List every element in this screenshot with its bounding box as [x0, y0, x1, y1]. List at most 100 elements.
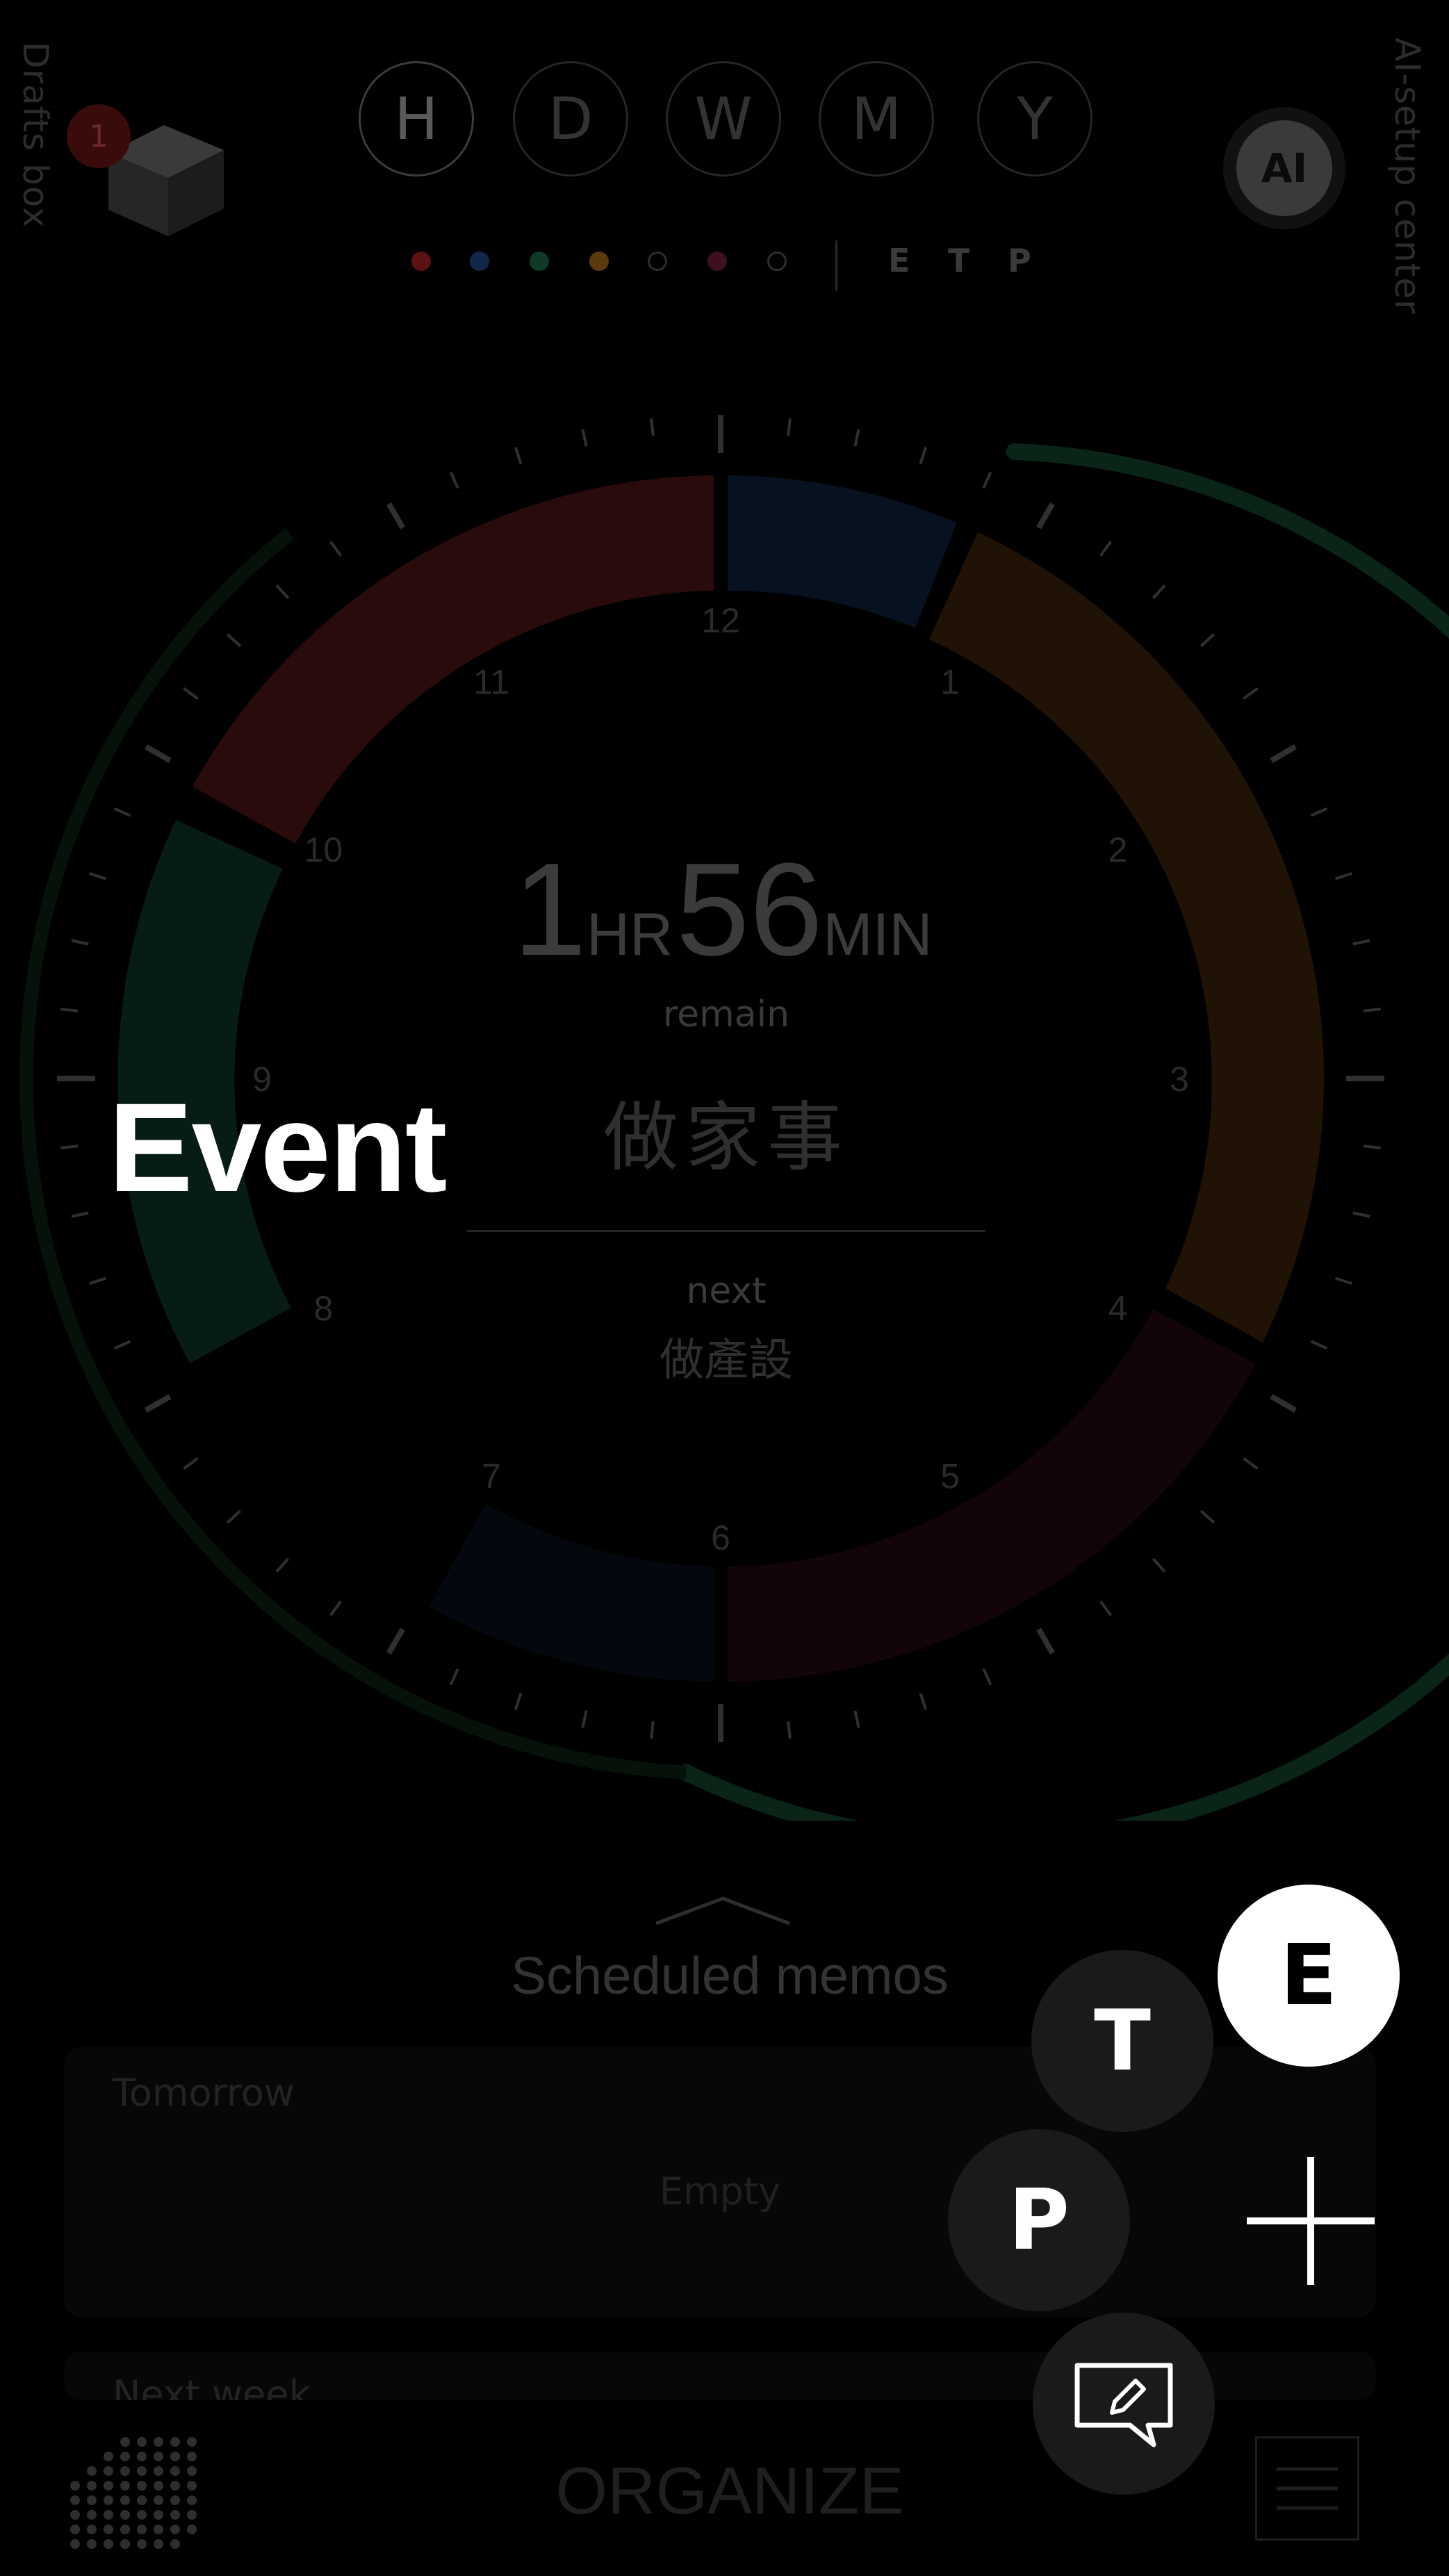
minor-tick	[1152, 1557, 1166, 1573]
grid-dot	[187, 2452, 197, 2461]
fab-memo-button[interactable]	[1033, 2313, 1215, 2495]
grid-dot	[137, 2437, 147, 2447]
ai-icon: AI	[1236, 120, 1332, 216]
minor-tick	[581, 429, 588, 447]
tab-day-label: D	[548, 85, 593, 153]
minor-tick	[514, 447, 523, 465]
grid-dot	[104, 2525, 113, 2534]
hour-label: 8	[314, 1289, 334, 1328]
hour-label: 4	[1108, 1289, 1128, 1328]
remain-hours: 1	[513, 836, 587, 983]
grid-dot	[170, 2466, 180, 2476]
grid-dot	[87, 2495, 97, 2505]
grid-dot	[137, 2495, 147, 2505]
dot-grid-icon[interactable]	[67, 2434, 199, 2552]
organize-title[interactable]: ORGANIZE	[500, 2453, 959, 2529]
grid-dot	[187, 2495, 197, 2505]
hour-label: 3	[1170, 1060, 1189, 1099]
grid-dot	[104, 2539, 113, 2549]
minor-tick	[1243, 1457, 1259, 1470]
chevron-up-icon[interactable]	[653, 1894, 792, 1926]
grid-dot	[154, 2539, 163, 2549]
grid-dot	[70, 2525, 80, 2534]
grid-dot	[170, 2495, 180, 2505]
minor-tick	[1200, 1509, 1215, 1524]
tab-year[interactable]: Y	[977, 61, 1092, 177]
filter-dot-green[interactable]	[530, 252, 549, 271]
remain-minutes: 56	[676, 836, 824, 983]
minor-tick	[71, 1211, 89, 1218]
grid-dot	[120, 2539, 130, 2549]
hour-label: 5	[940, 1457, 960, 1496]
tab-hour[interactable]: H	[359, 61, 474, 177]
major-tick	[1036, 1627, 1055, 1655]
minor-tick	[275, 584, 290, 600]
minor-tick	[514, 1692, 523, 1710]
next-label: next	[686, 1270, 767, 1312]
grid-dot	[120, 2466, 130, 2476]
hour-label: 10	[304, 830, 343, 869]
plus-icon	[1247, 2157, 1375, 2285]
scheduled-memos-title: Scheduled memos	[511, 1946, 949, 2005]
ai-setup-button[interactable]: AI	[1223, 107, 1345, 229]
grid-dot	[187, 2481, 197, 2491]
filter-dot-maroon[interactable]	[707, 252, 727, 271]
grid-dot	[70, 2481, 80, 2491]
fab-project-label: P	[1008, 2172, 1070, 2269]
grid-dot	[137, 2510, 147, 2520]
filter-dot-empty[interactable]	[648, 252, 667, 271]
grid-dot	[154, 2452, 163, 2461]
minor-tick	[1363, 1145, 1381, 1149]
tab-month[interactable]: M	[819, 61, 934, 177]
fab-close-button[interactable]	[1244, 2154, 1377, 2288]
segment-red	[193, 475, 714, 844]
minor-tick	[1152, 584, 1166, 600]
memo-card-heading: Tomorrow	[113, 2071, 295, 2115]
grid-dot	[104, 2481, 113, 2491]
tab-day[interactable]: D	[513, 61, 628, 177]
filter-dot-outline[interactable]	[767, 252, 787, 271]
grid-dot	[104, 2466, 113, 2476]
minor-tick	[1310, 1340, 1328, 1350]
center-divider	[467, 1230, 985, 1232]
next-task: 做產設	[660, 1335, 793, 1386]
minor-tick	[1243, 687, 1259, 700]
mode-event[interactable]: E	[888, 242, 910, 279]
filter-dot-blue[interactable]	[470, 252, 489, 271]
tab-week[interactable]: W	[666, 61, 781, 177]
minor-tick	[60, 1008, 79, 1012]
menu-button[interactable]	[1255, 2436, 1359, 2541]
grid-dot	[170, 2539, 180, 2549]
minor-tick	[89, 871, 107, 880]
minor-tick	[919, 447, 928, 465]
grid-dot	[154, 2437, 163, 2447]
drafts-box-label[interactable]: Drafts box	[15, 42, 56, 228]
grid-dot	[187, 2437, 197, 2447]
fab-event-button[interactable]: E	[1218, 1885, 1400, 2067]
hour-label: 11	[473, 662, 509, 701]
filter-dot-red[interactable]	[411, 252, 431, 271]
drafts-box-button[interactable]: 1	[67, 104, 234, 243]
minor-tick	[982, 471, 992, 489]
minor-tick	[1363, 1008, 1381, 1012]
grid-dot	[137, 2452, 147, 2461]
grid-dot	[154, 2510, 163, 2520]
tab-week-label: W	[694, 85, 753, 153]
fab-project-button[interactable]: P	[948, 2129, 1130, 2311]
minor-tick	[650, 418, 655, 436]
ai-setup-center-label[interactable]: AI-setup center	[1387, 38, 1427, 315]
major-tick	[144, 1394, 172, 1413]
minor-tick	[71, 939, 89, 946]
minor-tick	[183, 687, 199, 700]
grid-dot	[87, 2525, 97, 2534]
grid-dot	[104, 2452, 113, 2461]
fab-task-button[interactable]: T	[1031, 1950, 1213, 2132]
mode-project[interactable]: P	[1008, 242, 1031, 279]
minor-tick	[1352, 939, 1370, 946]
grid-dot	[137, 2525, 147, 2534]
mode-task[interactable]: T	[948, 242, 969, 279]
segment-blue	[728, 475, 957, 628]
filter-dot-orange[interactable]	[589, 252, 609, 271]
current-task: 做家事	[603, 1094, 849, 1181]
tab-year-label: Y	[1017, 85, 1053, 153]
